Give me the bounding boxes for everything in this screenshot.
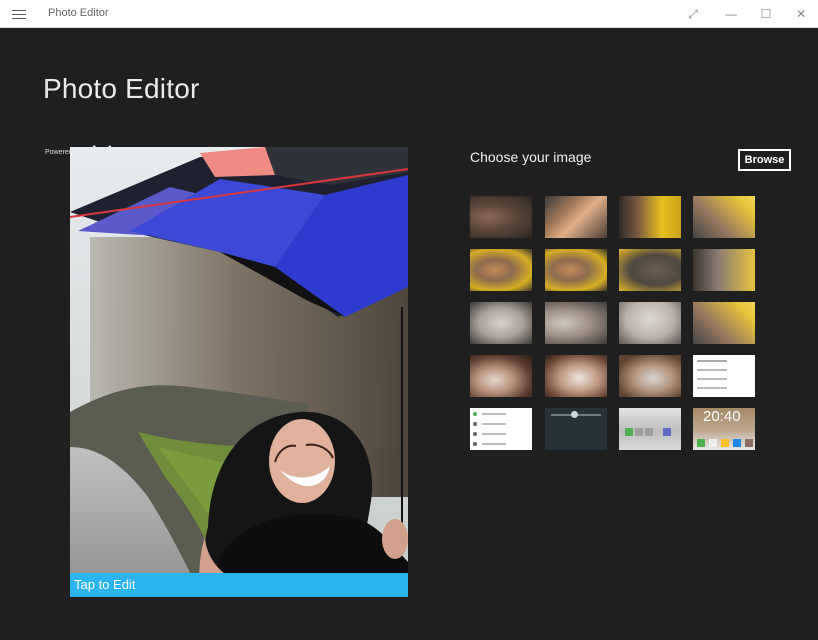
close-icon[interactable]: ✕ (790, 4, 812, 24)
image-thumbnail[interactable] (693, 196, 755, 238)
app-canvas: Photo Editor Powered by Aviary (0, 28, 818, 640)
image-thumbnail[interactable] (693, 302, 755, 344)
image-thumbnail[interactable] (619, 302, 681, 344)
hamburger-icon[interactable] (12, 7, 26, 19)
image-thumbnail[interactable] (619, 408, 681, 450)
image-thumbnail[interactable] (693, 355, 755, 397)
image-thumbnail[interactable] (619, 249, 681, 291)
image-thumbnail[interactable]: 20:40 (693, 408, 755, 450)
image-thumbnail[interactable] (545, 408, 607, 450)
choose-image-heading: Choose your image (470, 149, 592, 165)
photo-preview-image (70, 147, 408, 597)
app-title: Photo Editor (43, 73, 200, 104)
image-thumbnail[interactable] (545, 249, 607, 291)
title-bar: Photo Editor ⤢ — ☐ ✕ (0, 0, 818, 28)
photo-preview[interactable] (70, 147, 408, 597)
image-thumbnail[interactable] (545, 302, 607, 344)
image-thumbnail[interactable] (619, 196, 681, 238)
clock-text: 20:40 (703, 408, 741, 425)
image-thumbnail[interactable] (470, 408, 532, 450)
image-thumbnail[interactable] (470, 355, 532, 397)
image-thumbnail[interactable] (545, 355, 607, 397)
image-thumbnail[interactable] (470, 196, 532, 238)
browse-button[interactable]: Browse (738, 149, 791, 171)
image-thumbnail[interactable] (619, 355, 681, 397)
maximize-icon[interactable]: ☐ (755, 4, 777, 24)
minimize-icon[interactable]: — (720, 4, 742, 24)
expand-icon[interactable]: ⤢ (682, 4, 704, 24)
tap-to-edit-button[interactable]: Tap to Edit (70, 573, 408, 597)
image-thumbnail[interactable] (545, 196, 607, 238)
image-thumbnail[interactable] (470, 249, 532, 291)
image-thumbnail[interactable] (693, 249, 755, 291)
window-title: Photo Editor (48, 7, 109, 19)
image-thumbnail[interactable] (470, 302, 532, 344)
